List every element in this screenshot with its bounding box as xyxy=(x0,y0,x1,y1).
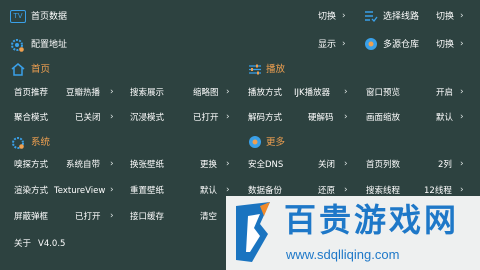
about-version: V4.0.5 xyxy=(38,239,66,249)
home-icon xyxy=(11,63,25,76)
safe-dns-label[interactable]: 安全DNS xyxy=(248,159,283,171)
section-system-title: 系统 xyxy=(31,137,51,148)
watermark-url: www.sdqlliqing.com xyxy=(286,247,400,262)
section-playback-title: 播放 xyxy=(266,64,286,75)
select-route-value[interactable]: 切换 xyxy=(436,11,454,23)
play-mode-label[interactable]: 播放方式 xyxy=(248,87,282,99)
system-gear-icon xyxy=(12,137,24,149)
chevron-right-icon: › xyxy=(342,39,346,49)
home-columns-label[interactable]: 首页列数 xyxy=(366,159,400,171)
home-columns-value[interactable]: 2列 xyxy=(438,159,452,171)
aggregate-mode-label[interactable]: 聚合模式 xyxy=(14,112,48,124)
chevron-right-icon: › xyxy=(460,112,464,122)
section-home-title: 首页 xyxy=(31,64,51,75)
chevron-right-icon: › xyxy=(226,185,230,195)
chevron-right-icon: › xyxy=(110,112,114,122)
chevron-right-icon: › xyxy=(460,39,464,49)
search-display-value[interactable]: 缩略图 xyxy=(193,87,219,99)
chevron-right-icon: › xyxy=(460,11,464,21)
chevron-right-icon: › xyxy=(110,211,114,221)
reset-wallpaper-value[interactable]: 默认 xyxy=(200,185,217,197)
watermark-brand: 百贵游戏网 xyxy=(284,202,460,238)
chevron-right-icon: › xyxy=(110,87,114,97)
chevron-right-icon: › xyxy=(460,185,464,195)
search-display-label[interactable]: 搜索展示 xyxy=(130,87,164,99)
chevron-right-icon: › xyxy=(110,185,114,195)
section-more-title: 更多 xyxy=(266,137,286,148)
block-popup-label[interactable]: 屏蔽弹框 xyxy=(14,211,48,223)
immersive-mode-label[interactable]: 沉浸模式 xyxy=(130,112,164,124)
block-popup-value[interactable]: 已打开 xyxy=(75,211,101,223)
chevron-right-icon: › xyxy=(342,11,346,21)
reset-wallpaper-label[interactable]: 重置壁纸 xyxy=(130,185,164,197)
multi-repo-label[interactable]: 多源仓库 xyxy=(383,39,419,51)
render-mode-label[interactable]: 渲染方式 xyxy=(14,185,48,197)
config-address-label[interactable]: 配置地址 xyxy=(31,39,67,51)
sliders-icon xyxy=(249,64,261,75)
config-address-value[interactable]: 显示 xyxy=(318,39,336,51)
api-cache-value[interactable]: 清空 xyxy=(200,211,217,223)
more-icon xyxy=(249,136,261,148)
tv-icon: TV xyxy=(10,10,26,23)
settings-screen: { "top": { "home_data": {"label":"首页数据",… xyxy=(0,0,480,270)
chevron-right-icon: › xyxy=(460,159,464,169)
gear-icon xyxy=(11,39,24,52)
chevron-right-icon: › xyxy=(344,159,348,169)
aggregate-mode-value[interactable]: 已关闭 xyxy=(75,112,101,124)
api-cache-label[interactable]: 接口缓存 xyxy=(130,211,164,223)
decode-mode-value[interactable]: 硬解码 xyxy=(308,112,334,124)
route-list-icon xyxy=(365,11,378,22)
picture-scale-value[interactable]: 默认 xyxy=(436,112,453,124)
change-wallpaper-label[interactable]: 换张壁纸 xyxy=(130,159,164,171)
home-data-value[interactable]: 切换 xyxy=(318,11,336,23)
brand-logo-icon xyxy=(236,202,270,262)
about-label[interactable]: 关于 xyxy=(14,238,31,250)
decode-mode-label[interactable]: 解码方式 xyxy=(248,112,282,124)
select-route-label[interactable]: 选择线路 xyxy=(383,11,419,23)
play-mode-value[interactable]: IJK播放器 xyxy=(294,87,330,99)
render-mode-value[interactable]: TextureView xyxy=(54,185,105,197)
watermark-panel: 百贵游戏网 www.sdqlliqing.com xyxy=(226,196,480,270)
chevron-right-icon: › xyxy=(226,159,230,169)
immersive-mode-value[interactable]: 已打开 xyxy=(193,112,219,124)
sniff-mode-label[interactable]: 嗅探方式 xyxy=(14,159,48,171)
chevron-right-icon: › xyxy=(344,87,348,97)
chevron-right-icon: › xyxy=(460,87,464,97)
picture-scale-label[interactable]: 画面缩放 xyxy=(366,112,400,124)
repo-icon xyxy=(365,38,377,50)
chevron-right-icon: › xyxy=(344,185,348,195)
chevron-right-icon: › xyxy=(110,159,114,169)
chevron-right-icon: › xyxy=(344,112,348,122)
window-preview-label[interactable]: 窗口预览 xyxy=(366,87,400,99)
home-data-label[interactable]: 首页数据 xyxy=(31,11,67,23)
safe-dns-value[interactable]: 关闭 xyxy=(318,159,335,171)
change-wallpaper-value[interactable]: 更换 xyxy=(200,159,217,171)
chevron-right-icon: › xyxy=(226,87,230,97)
sniff-mode-value[interactable]: 系统自带 xyxy=(66,159,100,171)
home-recommend-label[interactable]: 首页推荐 xyxy=(14,87,48,99)
multi-repo-value[interactable]: 切换 xyxy=(436,39,454,51)
window-preview-value[interactable]: 开启 xyxy=(436,87,453,99)
home-recommend-value[interactable]: 豆瓣热播 xyxy=(66,87,100,99)
chevron-right-icon: › xyxy=(226,112,230,122)
